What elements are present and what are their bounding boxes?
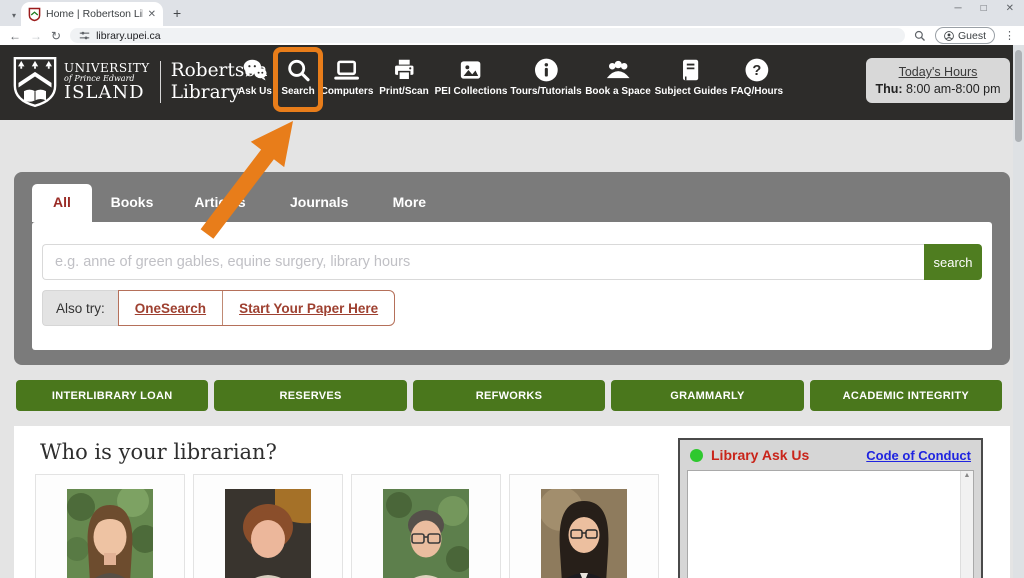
zoom-indicator-icon[interactable] [914,30,926,42]
todays-hours-time: Thu: 8:00 am-8:00 pm [874,82,1002,96]
scroll-up-icon[interactable]: ▲ [961,471,973,481]
minimize-icon[interactable]: ─ [954,3,961,14]
tab-all[interactable]: All [32,184,92,222]
chat-bubbles-icon [242,57,268,83]
logo-divider [160,61,161,103]
librarian-card[interactable] [193,474,343,578]
url-text: library.upei.ca [96,30,161,42]
laptop-icon [334,57,360,83]
search-row: search [42,244,982,280]
tab-books[interactable]: Books [102,184,162,222]
tab-journals[interactable]: Journals [288,184,350,222]
chat-scrollbar[interactable]: ▲ [960,471,973,578]
todays-hours-link[interactable]: Today's Hours [874,65,1002,79]
people-icon [605,57,631,83]
librarian-photo [383,489,469,578]
person-icon [944,31,954,41]
reserves-button[interactable]: RESERVES [214,380,406,411]
printer-icon [391,57,417,83]
site-header: UNIVERSITY of Prince Edward ISLAND Rober… [0,45,1024,120]
also-try-links: OneSearch Start Your Paper Here [118,290,395,326]
guest-label: Guest [958,30,986,42]
onesearch-link[interactable]: OneSearch [119,291,222,325]
address-bar[interactable]: library.upei.ca [70,28,905,43]
search-button[interactable]: search [924,244,982,280]
nav-item-faq-hours[interactable]: ? FAQ/Hours [731,57,783,97]
university-wordmark: UNIVERSITY of Prince Edward ISLAND [64,62,150,102]
code-of-conduct-link[interactable]: Code of Conduct [866,448,971,463]
tab-more[interactable]: More [379,184,439,222]
tune-icon [79,30,90,41]
nav-item-pei-collections[interactable]: PEI Collections [435,57,508,97]
chat-message-area[interactable]: ▲ [687,470,974,578]
academic-integrity-button[interactable]: ACADEMIC INTEGRITY [810,380,1002,411]
browser-chrome: ▾ Home | Robertson Library ✕ + ─ □ ✕ ← →… [0,0,1024,45]
librarian-card[interactable] [35,474,185,578]
tab-articles[interactable]: Articles [190,184,250,222]
question-icon: ? [744,57,770,83]
librarian-photo [67,489,153,578]
tab-search-chevron-icon[interactable]: ▾ [7,11,21,20]
window-controls: ─ □ ✕ [954,3,1014,14]
close-tab-icon[interactable]: ✕ [148,9,156,20]
annotation-highlight-box [273,47,323,112]
search-input[interactable] [42,244,924,280]
nav-item-computers[interactable]: Computers [321,57,374,97]
svg-text:?: ? [753,63,762,79]
nav-item-print-scan[interactable]: Print/Scan [379,57,428,97]
librarian-card[interactable] [509,474,659,578]
forward-icon[interactable]: → [30,30,42,42]
search-body: search Also try: OneSearch Start Your Pa… [32,222,992,350]
browser-tab[interactable]: Home | Robertson Library ✕ [21,2,163,26]
nav-item-ask-us[interactable]: Ask Us [238,57,272,97]
tab-title: Home | Robertson Library [46,8,143,20]
new-tab-button[interactable]: + [173,5,181,21]
upei-logo[interactable]: UNIVERSITY of Prince Edward ISLAND Rober… [13,56,267,108]
upei-favicon [28,7,41,22]
back-icon[interactable]: ← [9,30,21,42]
reload-icon[interactable]: ↻ [51,30,61,42]
page-scrollbar-thumb[interactable] [1015,50,1022,142]
chat-widget: Library Ask Us Code of Conduct ▲ [678,438,983,578]
chat-title: Library Ask Us [711,447,866,463]
nav-item-subject-guides[interactable]: Subject Guides [655,57,728,97]
guest-profile-button[interactable]: Guest [935,27,995,44]
refworks-button[interactable]: REFWORKS [413,380,605,411]
quick-links-row: INTERLIBRARY LOAN RESERVES REFWORKS GRAM… [16,380,1002,411]
screenshot-root: ▾ Home | Robertson Library ✕ + ─ □ ✕ ← →… [0,0,1024,578]
close-window-icon[interactable]: ✕ [1006,3,1014,14]
start-your-paper-link[interactable]: Start Your Paper Here [222,291,394,325]
page-scrollbar[interactable] [1013,45,1024,578]
also-try-group: Also try: OneSearch Start Your Paper Her… [42,290,395,326]
librarian-photo [541,489,627,578]
book-icon [678,57,704,83]
search-tabs: All Books Articles Journals More [32,184,439,222]
search-panel: All Books Articles Journals More search … [14,172,1010,365]
chat-header: Library Ask Us Code of Conduct [680,440,981,470]
also-try-label: Also try: [42,290,118,326]
librarian-photo [225,489,311,578]
upei-crest-icon [13,56,57,108]
interlibrary-loan-button[interactable]: INTERLIBRARY LOAN [16,380,208,411]
tab-strip: ▾ Home | Robertson Library ✕ + ─ □ ✕ [0,0,1024,26]
info-icon [533,57,559,83]
maximize-icon[interactable]: □ [981,3,987,14]
browser-menu-icon[interactable]: ⋮ [1004,29,1015,42]
image-icon [458,57,484,83]
nav-item-book-a-space[interactable]: Book a Space [585,57,651,97]
online-status-icon [690,449,703,462]
grammarly-button[interactable]: GRAMMARLY [611,380,803,411]
browser-toolbar: ← → ↻ library.upei.ca Guest ⋮ [0,26,1024,45]
todays-hours-box[interactable]: Today's Hours Thu: 8:00 am-8:00 pm [866,58,1010,103]
nav-item-tours-tutorials[interactable]: Tours/Tutorials [510,57,581,97]
librarian-card[interactable] [351,474,501,578]
